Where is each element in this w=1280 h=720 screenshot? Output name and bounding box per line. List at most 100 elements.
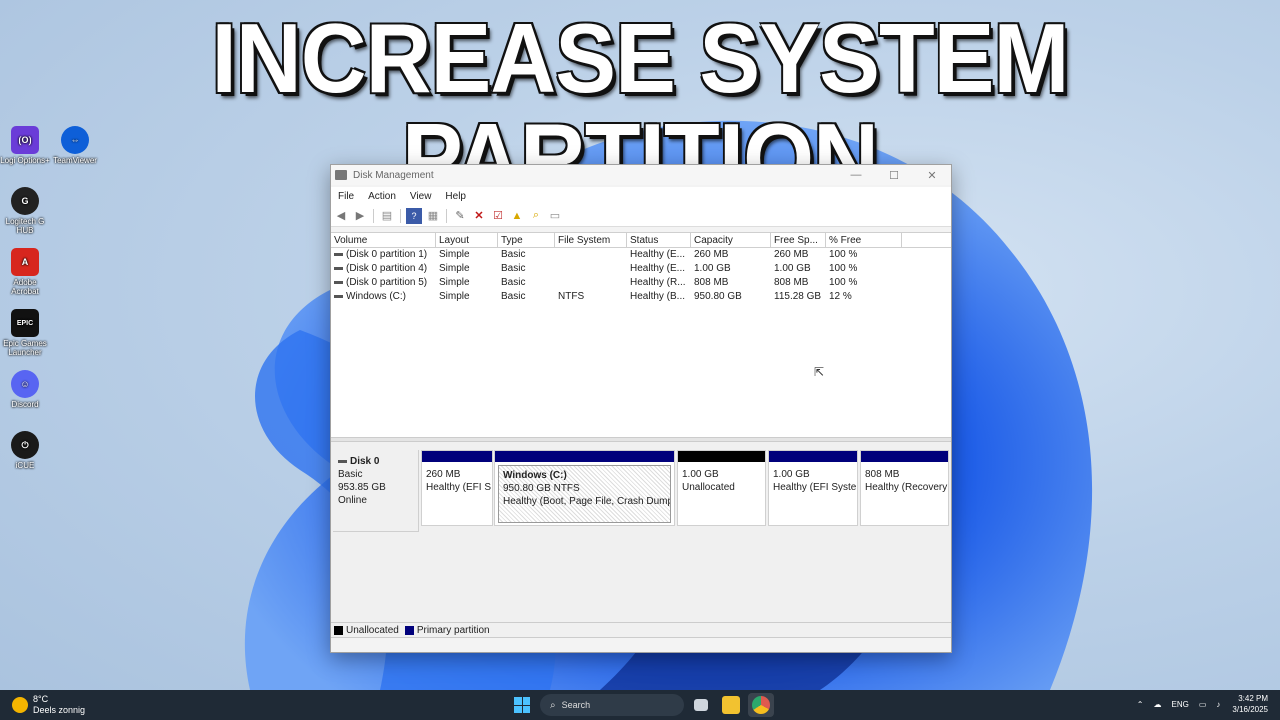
- weather-temp: 8°C: [33, 694, 49, 704]
- search-folder-icon[interactable]: ⌕: [528, 208, 544, 224]
- volume-row[interactable]: (Disk 0 partition 4) Simple Basic Health…: [331, 262, 951, 276]
- window-title: Disk Management: [353, 169, 434, 181]
- partition-bar: [861, 451, 948, 462]
- cell-capacity: 950.80 GB: [694, 291, 742, 302]
- desktop-icon-label: Logi Options+: [0, 156, 50, 165]
- partition-unallocated[interactable]: 1.00 GB Unallocated: [677, 450, 766, 526]
- partition-recovery[interactable]: 808 MB Healthy (Recovery: [860, 450, 949, 526]
- cell-free-space: 260 MB: [774, 249, 809, 260]
- title-bar[interactable]: Disk Management — ☐ ✕: [331, 165, 951, 185]
- column-free-space[interactable]: Free Sp...: [771, 233, 826, 247]
- forward-arrow-icon[interactable]: ▶: [352, 208, 368, 224]
- cell-type: Basic: [501, 291, 526, 302]
- partition-size: 260 MB: [426, 469, 461, 480]
- cell-file-system: [555, 276, 627, 290]
- partition-status: Healthy (Recovery: [865, 482, 948, 493]
- column-file-system[interactable]: File System: [555, 233, 627, 247]
- console-tree-icon[interactable]: ▤: [379, 208, 395, 224]
- menu-file[interactable]: File: [335, 191, 357, 202]
- taskbar-search[interactable]: ⌕ Search: [540, 694, 684, 716]
- legend: Unallocated Primary partition: [331, 622, 951, 638]
- connect-icon[interactable]: ✎: [452, 208, 468, 224]
- toolbar-separator: [446, 208, 447, 223]
- desktop-icon-discord[interactable]: ☺ Discord: [0, 370, 50, 409]
- volume-row[interactable]: Windows (C:) Simple Basic NTFS Healthy (…: [331, 290, 951, 304]
- desktop-icon-icue[interactable]: ⏻ iCUE: [0, 431, 50, 470]
- weather-widget[interactable]: 8°C Deels zonnig: [12, 694, 85, 716]
- clock-time: 3:42 PM: [1238, 694, 1268, 703]
- disk-graphical-view: Disk 0 Basic 953.85 GB Online 260 MB Hea…: [331, 442, 951, 622]
- menu-action[interactable]: Action: [365, 191, 399, 202]
- column-volume[interactable]: Volume: [331, 233, 436, 247]
- cell-percent-free: 100 %: [829, 249, 858, 260]
- clock[interactable]: 3:42 PM 3/16/2025: [1232, 693, 1268, 715]
- properties-icon[interactable]: ▦: [425, 208, 441, 224]
- desktop-icon-logitech-ghub[interactable]: G Logitech G HUB: [0, 187, 50, 235]
- windows-logo-icon: [514, 697, 522, 705]
- desktop-icon-label: Adobe Acrobat: [11, 278, 39, 296]
- cell-volume: Windows (C:): [346, 291, 407, 302]
- maximize-button[interactable]: ☐: [875, 169, 913, 182]
- partition-efi-260mb[interactable]: 260 MB Healthy (EFI S: [421, 450, 493, 526]
- cell-status: Healthy (R...: [630, 277, 686, 288]
- cell-layout: Simple: [439, 263, 470, 274]
- minimize-button[interactable]: —: [837, 169, 875, 181]
- chevron-up-icon[interactable]: ⌃: [1137, 700, 1144, 709]
- settings-list-icon[interactable]: ▭: [547, 208, 563, 224]
- column-capacity[interactable]: Capacity: [691, 233, 771, 247]
- cell-capacity: 1.00 GB: [694, 263, 731, 274]
- search-icon: ⌕: [550, 699, 556, 711]
- cell-type: Basic: [501, 277, 526, 288]
- desktop-icon-logi-options[interactable]: ⟮O⟯ Logi Options+: [0, 126, 50, 165]
- menu-help[interactable]: Help: [442, 191, 469, 202]
- file-explorer-icon[interactable]: [722, 696, 740, 714]
- onedrive-cloud-icon[interactable]: ☁: [1154, 700, 1162, 709]
- desktop-icon-adobe-acrobat[interactable]: A Adobe Acrobat: [0, 248, 50, 296]
- column-status[interactable]: Status: [627, 233, 691, 247]
- legend-label-primary: Primary partition: [416, 624, 490, 636]
- display-icon[interactable]: ▭: [1199, 700, 1207, 709]
- cell-volume: (Disk 0 partition 4): [346, 263, 428, 274]
- cell-percent-free: 100 %: [829, 277, 858, 288]
- task-view-icon[interactable]: [694, 699, 708, 711]
- partition-status: Healthy (EFI Syste: [773, 482, 857, 493]
- volume-row[interactable]: (Disk 0 partition 5) Simple Basic Health…: [331, 276, 951, 290]
- partition-title: Windows (C:): [503, 470, 567, 481]
- disk-0-label[interactable]: Disk 0 Basic 953.85 GB Online: [333, 450, 419, 532]
- disk-management-window: Disk Management — ☐ ✕ File Action View H…: [330, 164, 952, 653]
- disk-size: 953.85 GB: [338, 482, 386, 493]
- column-percent-free[interactable]: % Free: [826, 233, 902, 247]
- clock-date: 3/16/2025: [1232, 705, 1268, 714]
- cell-type: Basic: [501, 263, 526, 274]
- column-layout[interactable]: Layout: [436, 233, 498, 247]
- toolbar-separator: [400, 208, 401, 223]
- partition-size: 808 MB: [865, 469, 900, 480]
- desktop-icon-label: Epic Games Launcher: [3, 339, 47, 357]
- partition-bar: [422, 451, 492, 462]
- cell-percent-free: 12 %: [829, 291, 852, 302]
- partition-size: 950.80 GB NTFS: [503, 483, 580, 494]
- cell-free-space: 808 MB: [774, 277, 809, 288]
- column-type[interactable]: Type: [498, 233, 555, 247]
- volume-icon[interactable]: ♪: [1216, 700, 1220, 709]
- menu-view[interactable]: View: [407, 191, 435, 202]
- cell-type: Basic: [501, 249, 526, 260]
- check-icon[interactable]: ☑: [490, 208, 506, 224]
- volume-list-header: Volume Layout Type File System Status Ca…: [331, 232, 951, 248]
- adobe-acrobat-icon: A: [11, 248, 39, 276]
- legend-swatch-primary: [404, 625, 414, 635]
- desktop-icon-epic-games[interactable]: EPIC Epic Games Launcher: [0, 309, 50, 357]
- partition-windows-c[interactable]: Windows (C:) 950.80 GB NTFS Healthy (Boo…: [494, 450, 675, 526]
- delete-icon[interactable]: ✕: [471, 208, 487, 224]
- system-tray: ⌃ ☁ ENG ▭ ♪ 3:42 PM 3/16/2025: [1127, 693, 1268, 715]
- language-indicator[interactable]: ENG: [1172, 700, 1189, 709]
- partition-efi-1gb[interactable]: 1.00 GB Healthy (EFI Syste: [768, 450, 858, 526]
- start-button[interactable]: [514, 697, 530, 713]
- partition-bar: [678, 451, 765, 462]
- close-button[interactable]: ✕: [913, 169, 951, 182]
- back-arrow-icon[interactable]: ◀: [333, 208, 349, 224]
- epic-games-icon: EPIC: [11, 309, 39, 337]
- volume-row[interactable]: (Disk 0 partition 1) Simple Basic Health…: [331, 248, 951, 262]
- folder-up-icon[interactable]: ▲: [509, 208, 525, 224]
- help-icon[interactable]: ?: [406, 207, 422, 224]
